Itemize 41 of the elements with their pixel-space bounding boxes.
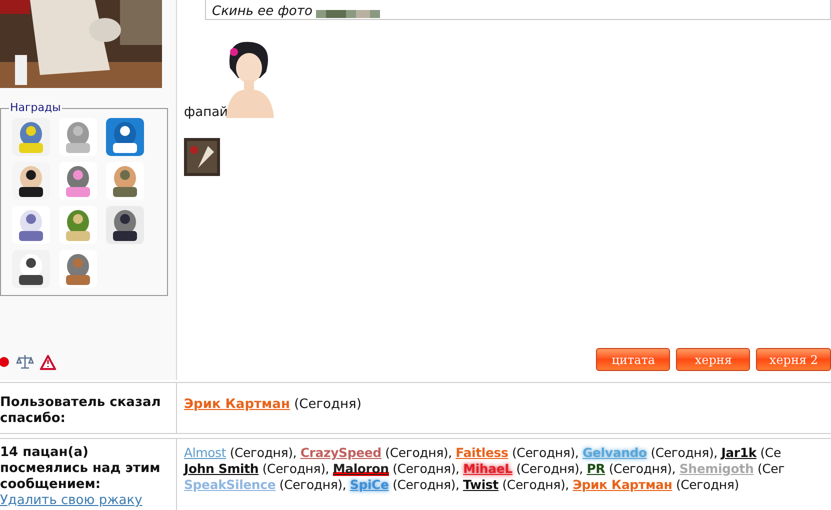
user-link[interactable]: John Smith [184, 461, 259, 476]
date-text: (Сегодня), [261, 461, 330, 476]
user-link[interactable]: Эрик Картман [184, 397, 290, 412]
date-text: (Сегодня) [674, 477, 739, 492]
warning-icon[interactable] [40, 354, 56, 370]
date-text: (Сегодня), [515, 461, 584, 476]
laughs-label: 14 пацан(а) посмеялись над этим сообщением: [0, 445, 162, 493]
action-button[interactable]: цитата [596, 348, 670, 371]
date-text: (Се [759, 445, 781, 460]
date-text: (Сегодня), [392, 461, 460, 476]
post-text: фапай [184, 104, 228, 122]
date-text: (Сег [756, 461, 785, 476]
thanks-label: Пользователь сказал спасибо: [0, 395, 162, 427]
user-link[interactable]: Twist [463, 477, 498, 492]
action-button[interactable]: херня [676, 348, 750, 371]
date-text: (Сегодня), [392, 477, 460, 492]
user-link[interactable]: Almost [184, 445, 226, 460]
user-link[interactable]: SpiCe [350, 477, 389, 492]
user-link[interactable]: PR [586, 461, 606, 476]
delete-link[interactable]: Удалить свою ржаку [0, 493, 176, 509]
date-text: (Сегодня), [384, 445, 453, 460]
action-button[interactable]: херня 2 [756, 348, 831, 371]
scales-icon[interactable] [16, 354, 34, 370]
user-link[interactable]: MihaeL [463, 461, 512, 476]
date-text: (Сегодня), [278, 477, 348, 492]
date-text: (Сегодня), [501, 477, 570, 492]
user-link[interactable]: Maloron [332, 461, 389, 476]
date-text: (Сегодня), [228, 445, 298, 460]
date-text: (Сегодня), [510, 445, 580, 460]
user-link[interactable]: Shemigoth [679, 461, 754, 476]
date-text: (Сегодня) [293, 397, 362, 412]
user-link[interactable]: Jar1k [721, 445, 756, 460]
user-link[interactable]: Gelvando [582, 445, 647, 460]
date-text: (Сегодня), [650, 445, 718, 460]
user-link[interactable]: SpeakSilence [184, 477, 276, 492]
awards-legend: Награды [9, 100, 62, 116]
date-text: (Сегодня), [608, 461, 677, 476]
user-link[interactable]: Faitless [456, 445, 508, 460]
user-link[interactable]: Эрик Картман [572, 477, 672, 492]
quote-text: Скинь ее фото [212, 5, 312, 18]
user-link[interactable]: CrazySpeed [300, 445, 382, 460]
